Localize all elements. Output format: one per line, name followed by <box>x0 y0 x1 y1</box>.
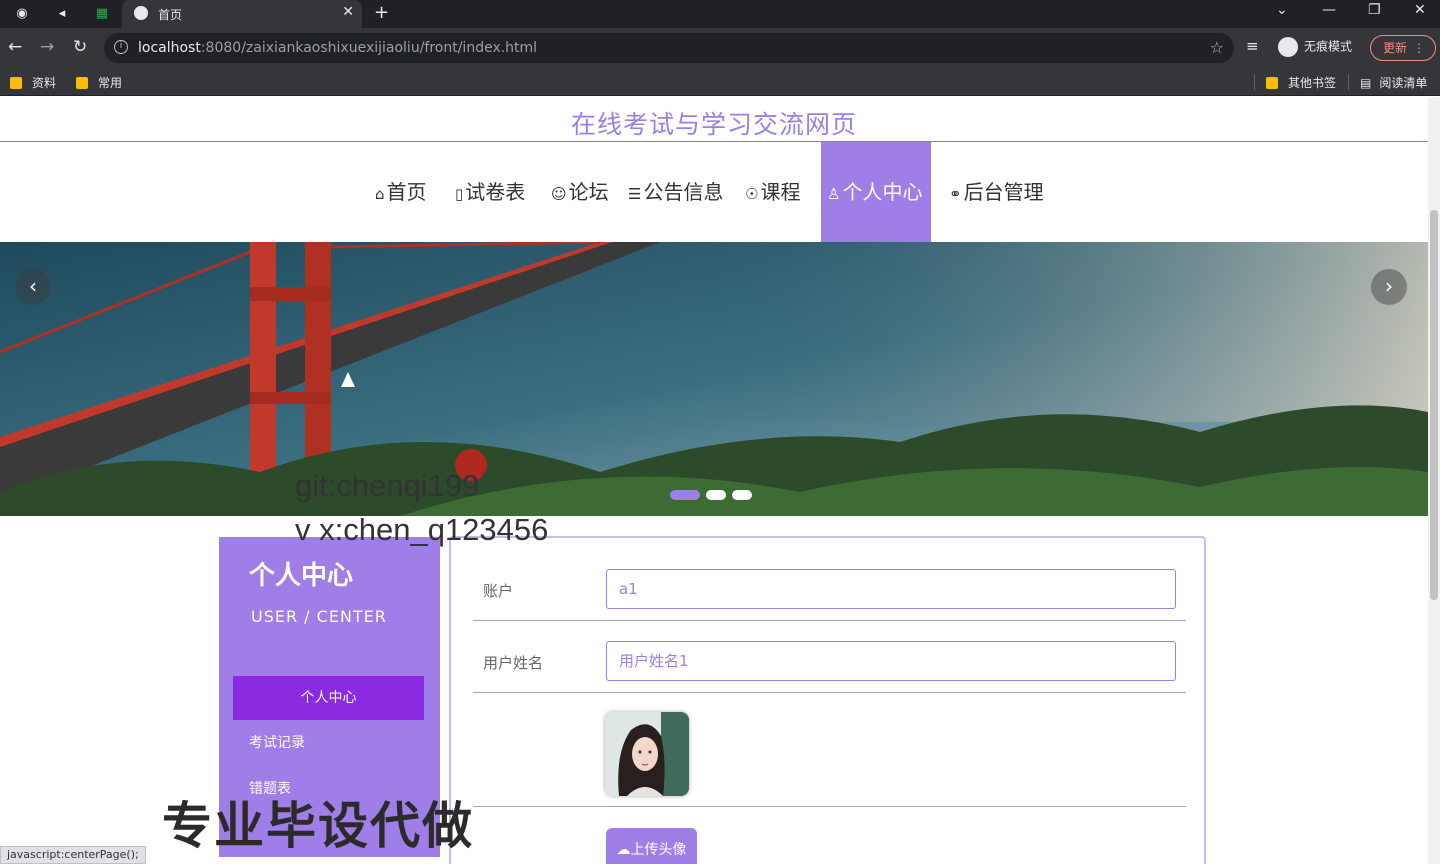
carousel-prev-button[interactable]: ‹ <box>15 269 51 305</box>
status-bar: javascript:centerPage(); <box>0 846 146 864</box>
link-icon: ⚭ <box>949 185 962 203</box>
forum-icon: ☺ <box>551 185 567 203</box>
form-divider <box>473 620 1186 621</box>
folder-icon <box>76 77 88 89</box>
info-icon[interactable]: i <box>114 40 128 54</box>
other-bookmarks[interactable]: 其他书签 <box>1266 74 1336 91</box>
sidebar-subtitle: USER / CENTER <box>251 607 387 626</box>
folder-icon <box>10 77 22 89</box>
sidebar-item-exam-records[interactable]: 考试记录 <box>233 721 424 765</box>
back-icon[interactable]: ← <box>8 37 22 57</box>
reload-icon[interactable]: ↻ <box>73 37 87 57</box>
watermark-wechat: v x:chen_q123456 <box>295 512 549 547</box>
carousel[interactable]: ‹ › <box>0 242 1428 516</box>
restore-icon[interactable]: ❐ <box>1368 2 1381 18</box>
globe-icon <box>134 6 148 20</box>
avatar-image <box>605 712 689 796</box>
carousel-next-button[interactable]: › <box>1371 269 1407 305</box>
tab-title: 首页 <box>158 8 183 22</box>
menu-item-personal-center[interactable]: ♙ 个人中心 <box>821 142 931 242</box>
minimize-icon[interactable]: — <box>1322 2 1336 18</box>
upload-avatar-button[interactable]: ☁上传头像 <box>606 828 697 864</box>
menu-item-announcements[interactable]: ☰ 公告信息 <box>628 142 723 242</box>
new-tab-icon[interactable]: + <box>374 2 389 23</box>
page-scrollbar[interactable] <box>1428 97 1440 864</box>
bookmark-separator <box>1348 74 1349 90</box>
browser-toolbar: ← → ↻ i localhost:8080/zaixiankaoshixuex… <box>0 28 1440 68</box>
account-label: 账户 <box>483 582 514 600</box>
more-menu-icon[interactable]: ⋮ <box>1413 36 1425 60</box>
menu-item-forum[interactable]: ☺ 论坛 <box>551 142 609 242</box>
home-icon: ⌂ <box>375 185 385 203</box>
incognito-indicator[interactable]: 无痕模式 <box>1278 37 1352 57</box>
bookmarks-bar: 资料 常用 其他书签 ▤ 阅读清单 <box>0 68 1440 96</box>
cloud-upload-icon: ☁ <box>616 842 631 858</box>
address-bar[interactable]: i localhost:8080/zaixiankaoshixuexijiaol… <box>104 33 1234 63</box>
sheets-icon[interactable]: ▦ <box>92 4 112 24</box>
reading-list[interactable]: ▤ 阅读清单 <box>1360 74 1427 91</box>
reading-list-icon: ▤ <box>1360 76 1372 90</box>
folder-icon <box>1266 77 1278 89</box>
update-button[interactable]: 更新 ⋮ <box>1370 35 1436 61</box>
username-input[interactable]: 用户姓名1 <box>606 641 1176 681</box>
course-icon: ☉ <box>745 185 759 203</box>
account-input[interactable]: a1 <box>606 569 1176 609</box>
paper-icon: ▯ <box>455 185 464 203</box>
bookmark-separator <box>1254 74 1255 90</box>
tab-search-icon[interactable]: ⌄ <box>1276 2 1288 18</box>
carousel-dot[interactable] <box>732 490 752 500</box>
browser-tab-bar: ◉ ◂ ▦ 首页 ✕ + ⌄ — ❐ ✕ <box>0 0 1440 28</box>
close-tab-icon[interactable]: ✕ <box>342 4 354 20</box>
carousel-dot[interactable] <box>706 490 726 500</box>
forward-icon[interactable]: → <box>40 37 54 57</box>
sidebar-item-personal-center[interactable]: 个人中心 <box>233 676 424 720</box>
profile-form: 账户 a1 用户姓名 用户姓名1 ☁上传头像 <box>449 536 1206 864</box>
username-label: 用户姓名 <box>483 654 544 672</box>
incognito-icon <box>1278 37 1298 57</box>
chrome-icon[interactable]: ◉ <box>12 4 32 24</box>
bookmark-folder-2[interactable]: 常用 <box>76 74 122 91</box>
watermark-git: git:chenqi199 <box>295 468 480 503</box>
menu-item-courses[interactable]: ☉ 课程 <box>745 142 800 242</box>
announcement-icon: ☰ <box>628 185 642 203</box>
banner-image <box>0 242 1428 516</box>
form-divider <box>473 692 1186 693</box>
window-close-icon[interactable]: ✕ <box>1414 2 1426 18</box>
user-icon: ♙ <box>827 185 841 203</box>
carousel-indicators <box>670 485 758 504</box>
main-menu: ⌂ 首页 ▯ 试卷表 ☺ 论坛 ☰ 公告信息 ☉ 课程 ♙ 个人中心 ⚭ 后台管理 <box>0 142 1428 242</box>
site-title: 在线考试与学习交流网页 <box>570 110 857 139</box>
bookmark-folder-1[interactable]: 资料 <box>10 74 56 91</box>
menu-item-exam-papers[interactable]: ▯ 试卷表 <box>455 142 525 242</box>
avatar <box>605 712 689 796</box>
scrollbar-thumb[interactable] <box>1430 210 1438 600</box>
form-divider <box>473 806 1186 807</box>
browser-tab-active[interactable]: 首页 ✕ <box>122 0 362 28</box>
watermark-ad: 专业毕设代做 <box>162 797 474 855</box>
reading-list-icon[interactable]: ≡ <box>1246 37 1259 55</box>
sidebar-title: 个人中心 <box>249 561 354 591</box>
bookmark-star-icon[interactable]: ☆ <box>1210 38 1224 57</box>
menu-item-home[interactable]: ⌂ 首页 <box>375 142 427 242</box>
carousel-dot[interactable] <box>670 490 700 500</box>
mute-icon[interactable]: ◂ <box>52 4 72 24</box>
menu-item-admin[interactable]: ⚭ 后台管理 <box>949 142 1044 242</box>
url-text[interactable]: localhost:8080/zaixiankaoshixuexijiaoliu… <box>138 40 537 56</box>
